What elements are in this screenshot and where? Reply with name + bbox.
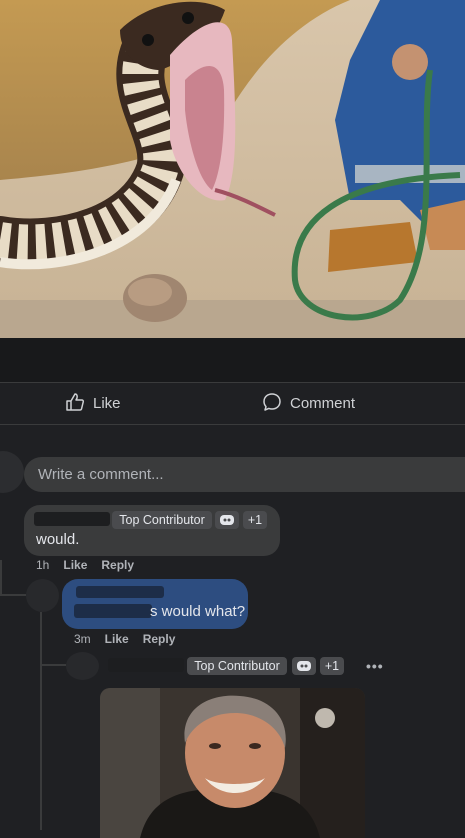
current-user-avatar[interactable] (0, 451, 24, 493)
badge-count-text: +1 (247, 513, 263, 527)
emoji-icon (215, 511, 239, 529)
gif-attachment[interactable] (100, 688, 365, 838)
thread-line (40, 612, 42, 830)
reply-bubble[interactable]: s would what? (62, 579, 248, 629)
comment-reply-link[interactable]: Reply (101, 558, 134, 572)
thread-line (0, 560, 2, 596)
redacted-author-name (108, 658, 184, 672)
reply-author-avatar[interactable] (26, 579, 59, 612)
reply-reply-link[interactable]: Reply (143, 632, 176, 646)
thread-line (0, 594, 26, 596)
post-image[interactable] (0, 0, 465, 338)
more-options-icon[interactable]: ••• (366, 658, 384, 674)
redacted-author-name (76, 586, 164, 598)
reply-text: s would what? (150, 603, 246, 620)
post-spacer (0, 338, 465, 382)
emoji-icon (292, 657, 316, 675)
top-contributor-badge: Top Contributor (187, 657, 287, 675)
reply-like-link[interactable]: Like (105, 632, 129, 646)
reply-time[interactable]: 3m (74, 632, 91, 646)
comment-meta: 1h Like Reply (36, 558, 134, 572)
comment-input[interactable] (36, 465, 340, 484)
thread-line (40, 664, 66, 666)
badge-label: Top Contributor (194, 659, 280, 673)
top-contributor-badge: Top Contributor (112, 511, 212, 529)
comment-text: would. (36, 531, 80, 548)
comment-label: Comment (290, 395, 356, 412)
badge-count: +1 (243, 511, 267, 529)
badge-count: +1 (320, 657, 344, 675)
redacted-author-name (34, 512, 110, 526)
badge-count-text: +1 (324, 659, 340, 673)
thumbs-up-icon (65, 392, 85, 416)
badge-label: Top Contributor (119, 513, 205, 527)
comment-time[interactable]: 1h (36, 558, 49, 572)
comment-bubble[interactable]: Top Contributor +1 would. (24, 505, 280, 556)
like-label: Like (93, 395, 121, 412)
post-action-bar: Like Comment (0, 382, 465, 425)
gif-reply-author-avatar[interactable] (66, 652, 99, 680)
redacted-mention (74, 604, 152, 618)
comment-like-link[interactable]: Like (63, 558, 87, 572)
reply-meta: 3m Like Reply (74, 632, 175, 646)
like-button[interactable]: Like (65, 383, 121, 424)
speech-bubble-icon (262, 392, 282, 416)
comment-button[interactable]: Comment (262, 383, 355, 424)
comment-composer[interactable] (24, 457, 465, 492)
